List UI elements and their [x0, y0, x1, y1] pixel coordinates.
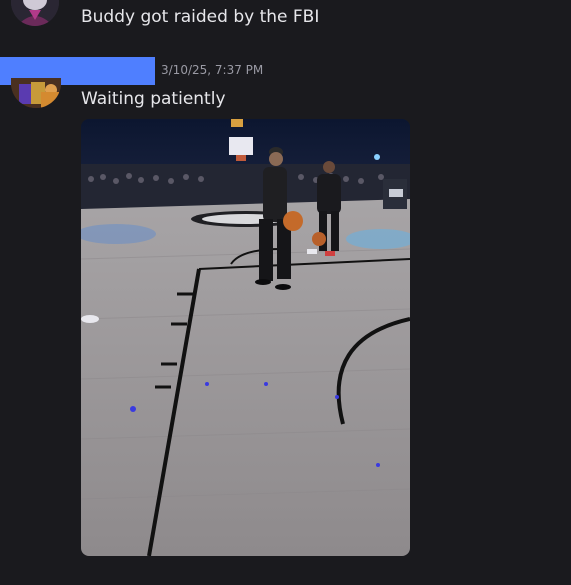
user-avatar[interactable] — [11, 0, 59, 26]
basketball-court-photo — [81, 119, 410, 556]
chat-view: Buddy got raided by the FBI 3/10/25, 7:3… — [0, 0, 571, 585]
image-attachment[interactable] — [81, 119, 410, 556]
message-text: Waiting patiently — [81, 89, 226, 109]
message-timestamp[interactable]: 3/10/25, 7:37 PM — [161, 63, 263, 77]
user-avatar[interactable] — [11, 78, 61, 108]
avatar-image — [11, 78, 61, 108]
message-text: Buddy got raided by the FBI — [81, 7, 320, 27]
avatar-image — [11, 0, 59, 26]
